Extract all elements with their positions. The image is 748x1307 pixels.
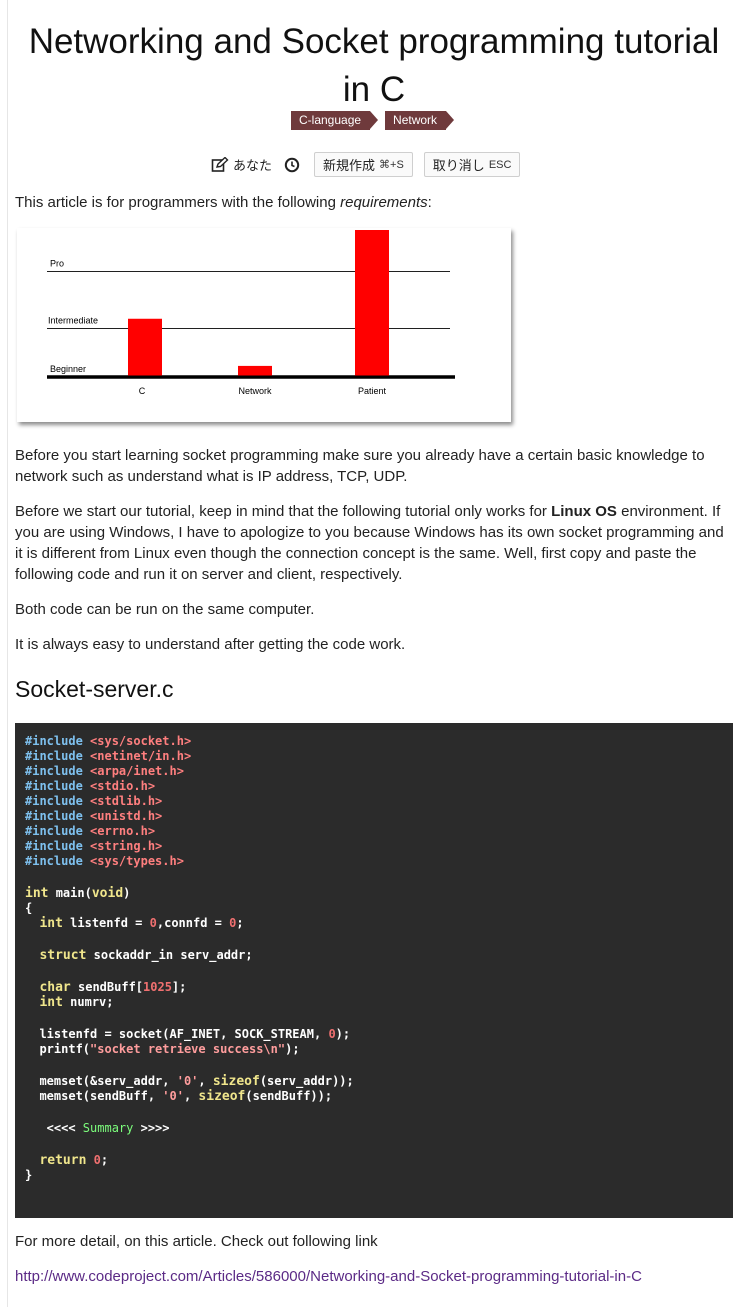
include-keyword: #include xyxy=(25,809,83,823)
undo-button-shortcut: ESC xyxy=(488,158,512,171)
code-line-include-3: #include <stdio.h> xyxy=(25,779,733,794)
editor-toolbar: あなた 新規作成 ⌘+S 取り消し ESC xyxy=(211,151,521,178)
include-header: <string.h> xyxy=(90,839,163,853)
include-header: <sys/socket.h> xyxy=(90,734,192,748)
include-header: <arpa/inet.h> xyxy=(90,764,184,778)
intro-colon: : xyxy=(427,194,432,211)
include-keyword: #include xyxy=(25,824,83,838)
new-button-label: 新規作成 xyxy=(323,158,376,173)
chart-category-label: Network xyxy=(238,386,272,396)
code-blank xyxy=(25,1104,733,1121)
code-line-return: return 0; xyxy=(39,1153,109,1168)
code-line-include-8: #include <sys/types.h> xyxy=(25,854,733,869)
chart-level-label: Intermediate xyxy=(48,315,98,325)
code-blank xyxy=(25,1136,733,1153)
code-line-close-brace: } xyxy=(25,1168,33,1182)
section-heading: Socket-server.c xyxy=(15,676,174,702)
code-blank xyxy=(25,1057,733,1074)
tag-c-language[interactable]: C-language xyxy=(291,111,379,130)
include-keyword: #include xyxy=(25,794,83,808)
code-line-memset-buff: memset(sendBuff, '0', sizeof(sendBuff)); xyxy=(25,1089,333,1104)
include-keyword: #include xyxy=(25,854,83,868)
chart-bar xyxy=(238,365,272,376)
history-icon[interactable] xyxy=(284,157,300,173)
chart-bar xyxy=(355,230,389,376)
paragraph-linux-note: Before we start our tutorial, keep in mi… xyxy=(15,501,731,585)
code-line-summary: <<<< Summary >>>> xyxy=(25,1121,170,1135)
article-title: Networking and Socket programming tutori… xyxy=(28,22,720,109)
code-line-include-4: #include <stdlib.h> xyxy=(25,794,733,809)
code-line-include-0: #include <sys/socket.h> xyxy=(25,734,733,749)
code-blank xyxy=(25,931,733,948)
code-line-include-2: #include <arpa/inet.h> xyxy=(25,764,733,779)
article-link[interactable]: http://www.codeproject.com/Articles/5860… xyxy=(15,1266,642,1287)
intro-paragraph: This article is for programmers with the… xyxy=(15,192,432,213)
paragraph-prerequisites: Before you start learning socket program… xyxy=(15,447,705,485)
requirements-chart-svg: Beginner Intermediate Pro C Network Patient xyxy=(47,230,455,396)
code-line-include-7: #include <string.h> xyxy=(25,839,733,854)
linux-note-text: Before we start our tutorial, keep in mi… xyxy=(15,503,552,520)
include-header: <netinet/in.h> xyxy=(90,749,192,763)
code-line-socket: listenfd = socket(AF_INET, SOCK_STREAM, … xyxy=(25,1027,351,1041)
code-line-include-6: #include <errno.h> xyxy=(25,824,733,839)
code-line-include-5: #include <unistd.h> xyxy=(25,809,733,824)
include-keyword: #include xyxy=(25,779,83,793)
code-line-printf: printf("socket retrieve success\n"); xyxy=(25,1042,300,1056)
intro-emphasis: requirements xyxy=(340,194,428,211)
code-line-main: int main(void) xyxy=(25,886,131,901)
chart-bar xyxy=(128,318,162,376)
code-block[interactable]: #include <sys/socket.h> #include <netine… xyxy=(15,723,733,1218)
chart-level-label: Pro xyxy=(50,259,64,269)
tag-list: C-language Network xyxy=(291,111,455,130)
paragraph-same-computer: Both code can be run on the same compute… xyxy=(15,601,315,618)
paragraph-easy-understand: It is always easy to understand after ge… xyxy=(15,636,406,653)
include-header: <stdio.h> xyxy=(90,779,156,793)
author[interactable]: あなた xyxy=(211,155,272,174)
intro-text: This article is for programmers with the… xyxy=(15,194,341,211)
include-keyword: #include xyxy=(25,734,83,748)
new-button-shortcut: ⌘+S xyxy=(379,159,404,171)
code-line-open-brace: { xyxy=(25,901,33,915)
new-button[interactable]: 新規作成 ⌘+S xyxy=(314,152,413,177)
code-blank xyxy=(25,963,733,980)
code-line-listenfd-decl: int listenfd = 0,connfd = 0; xyxy=(39,916,244,931)
paragraph-more-detail: For more detail, on this article. Check … xyxy=(15,1233,378,1250)
include-header: <errno.h> xyxy=(90,824,156,838)
code-line-numrv: int numrv; xyxy=(39,995,114,1010)
requirements-chart: Beginner Intermediate Pro C Network Patient xyxy=(17,228,511,422)
undo-button[interactable]: 取り消し ESC xyxy=(423,152,521,177)
code-line-sendbuff: char sendBuff[1025]; xyxy=(39,980,187,995)
include-header: <sys/types.h> xyxy=(90,854,184,868)
include-keyword: #include xyxy=(25,749,83,763)
undo-button-label: 取り消し xyxy=(432,158,485,173)
tag-network[interactable]: Network xyxy=(385,111,455,130)
page-left-border xyxy=(7,0,8,1307)
code-blank xyxy=(25,1010,733,1027)
include-header: <unistd.h> xyxy=(90,809,163,823)
include-keyword: #include xyxy=(25,839,83,853)
code-line-include-1: #include <netinet/in.h> xyxy=(25,749,733,764)
summary-label: Summary xyxy=(82,1121,134,1135)
code-line-struct: struct sockaddr_in serv_addr; xyxy=(39,948,253,963)
chart-level-label: Beginner xyxy=(50,364,86,374)
chart-category-label: Patient xyxy=(358,386,387,396)
include-keyword: #include xyxy=(25,764,83,778)
include-header: <stdlib.h> xyxy=(90,794,163,808)
code-line-memset-addr: memset(&serv_addr, '0', sizeof(serv_addr… xyxy=(25,1074,354,1089)
code-blank xyxy=(25,869,733,886)
linux-os-bold: Linux OS xyxy=(551,503,617,520)
edit-icon xyxy=(211,156,229,172)
author-name: あなた xyxy=(233,158,273,173)
chart-category-label: C xyxy=(139,386,146,396)
